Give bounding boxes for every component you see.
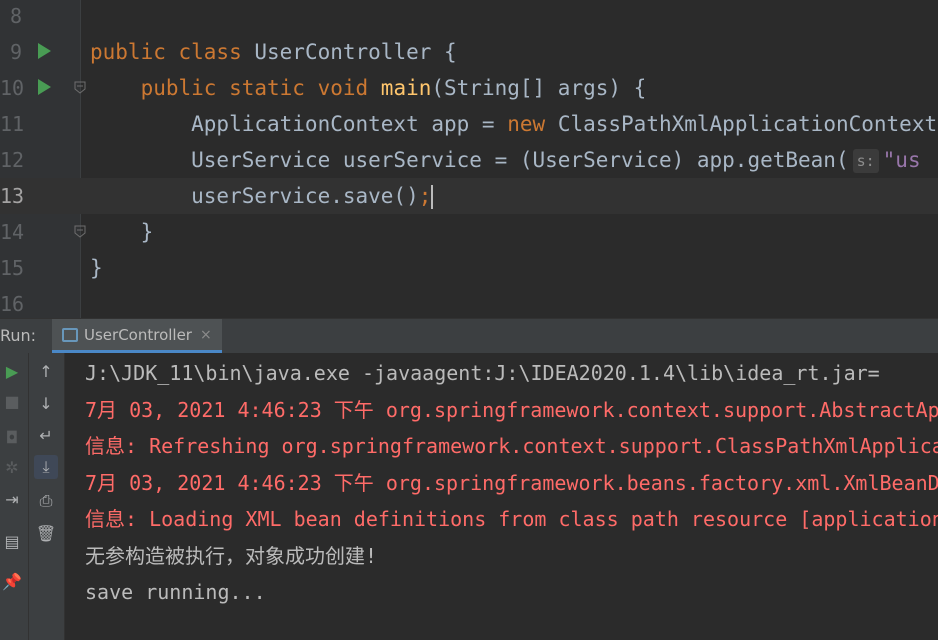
- console-line: 7月 03, 2021 4:46:23 下午 org.springframewo…: [85, 470, 938, 495]
- code-token: ApplicationContext app =: [90, 112, 508, 136]
- console-line: 7月 03, 2021 4:46:23 下午 org.springframewo…: [85, 397, 938, 422]
- parameter-hint: s:: [852, 149, 879, 173]
- code-text: public class UserController {: [90, 34, 457, 70]
- fold-icon[interactable]: [74, 81, 86, 94]
- code-token: ClassPathXmlApplicationContext: [557, 112, 938, 136]
- code-token: public static void: [90, 76, 381, 100]
- code-line[interactable]: 11 ApplicationContext app = new ClassPat…: [0, 106, 938, 142]
- run-label: Run:: [0, 326, 37, 345]
- pin-icon[interactable]: 📌: [0, 569, 24, 593]
- code-token: new: [507, 112, 558, 136]
- run-console-output[interactable]: J:\JDK_11\bin\java.exe -javaagent:J:\IDE…: [65, 353, 938, 640]
- rerun-icon[interactable]: ▶: [0, 359, 24, 383]
- print-icon[interactable]: ⎙: [34, 489, 58, 513]
- console-tab-icon: [62, 327, 78, 342]
- console-line: save running...: [85, 580, 266, 604]
- console-line: 信息: Loading XML bean definitions from cl…: [85, 507, 938, 531]
- code-token: userService.save(): [90, 184, 419, 208]
- code-token: public class: [90, 40, 255, 64]
- console-line: 无参构造被执行，对象成功创建!: [85, 543, 378, 568]
- line-number: 16: [0, 292, 25, 316]
- code-token: "us: [882, 148, 921, 172]
- soft-wrap-icon[interactable]: ↵: [34, 423, 58, 447]
- run-toolbar-right: ↑ ↓ ↵ ⤓ ⎙ 🗑: [29, 353, 65, 640]
- code-token: }: [90, 256, 103, 280]
- code-line[interactable]: 10 public static void main(String[] args…: [0, 70, 938, 106]
- code-token: }: [90, 220, 154, 244]
- code-line[interactable]: 14 }: [0, 214, 938, 250]
- line-number: 15: [0, 256, 25, 280]
- camera-icon[interactable]: ◘: [0, 425, 24, 449]
- down-arrow-icon[interactable]: ↓: [34, 391, 58, 415]
- text-caret: [431, 185, 434, 209]
- code-line[interactable]: 8: [0, 0, 938, 34]
- code-token: UserController {: [254, 40, 457, 64]
- code-text: public static void main(String[] args) {: [90, 70, 647, 106]
- line-number: 12: [0, 148, 25, 172]
- trash-icon[interactable]: 🗑: [34, 521, 58, 545]
- stop-icon[interactable]: ■: [0, 389, 24, 413]
- close-icon[interactable]: ×: [200, 327, 212, 343]
- line-number: 10: [0, 76, 25, 100]
- code-token: ;: [418, 184, 432, 208]
- run-gutter-icon[interactable]: [38, 79, 51, 95]
- code-token: main: [380, 76, 432, 100]
- run-tab-label: UserController: [84, 325, 192, 344]
- line-number: 11: [0, 112, 25, 136]
- code-line[interactable]: 12 UserService userService = (UserServic…: [0, 142, 938, 178]
- console-line: 信息: Refreshing org.springframework.conte…: [85, 434, 938, 458]
- line-number: 8: [9, 4, 22, 28]
- code-token: UserService userService = (UserService) …: [90, 148, 849, 172]
- exit-icon[interactable]: ⇥: [0, 487, 24, 511]
- code-token: (String[] args) {: [431, 76, 647, 100]
- code-text: userService.save();: [90, 178, 434, 214]
- console-line: J:\JDK_11\bin\java.exe -javaagent:J:\IDE…: [85, 361, 880, 385]
- line-number: 14: [0, 220, 25, 244]
- debug-icon[interactable]: ✲: [0, 455, 24, 479]
- code-text: UserService userService = (UserService) …: [90, 142, 921, 178]
- fold-icon[interactable]: [74, 225, 86, 238]
- line-number: 9: [9, 40, 22, 64]
- code-text: }: [90, 250, 103, 286]
- code-line[interactable]: 16: [0, 286, 938, 318]
- run-toolbar-left: ▶ ■ ◘ ✲ ⇥ ▤ 📌: [0, 353, 29, 640]
- code-text: }: [90, 214, 154, 250]
- layout-icon[interactable]: ▤: [0, 529, 24, 553]
- run-panel-header: Run: UserController ×: [0, 318, 938, 354]
- code-line[interactable]: 13 userService.save();: [0, 178, 938, 214]
- up-arrow-icon[interactable]: ↑: [34, 359, 58, 383]
- scroll-to-end-icon[interactable]: ⤓: [34, 455, 58, 479]
- code-line[interactable]: 15}: [0, 250, 938, 286]
- run-tab-usercontroller[interactable]: UserController ×: [52, 319, 222, 353]
- line-number: 13: [0, 184, 25, 208]
- code-line[interactable]: 9 public class UserController {: [0, 34, 938, 70]
- code-editor[interactable]: 8 9 public class UserController {10 public…: [0, 0, 938, 318]
- code-text: ApplicationContext app = new ClassPathXm…: [90, 106, 937, 142]
- run-gutter-icon[interactable]: [38, 43, 51, 59]
